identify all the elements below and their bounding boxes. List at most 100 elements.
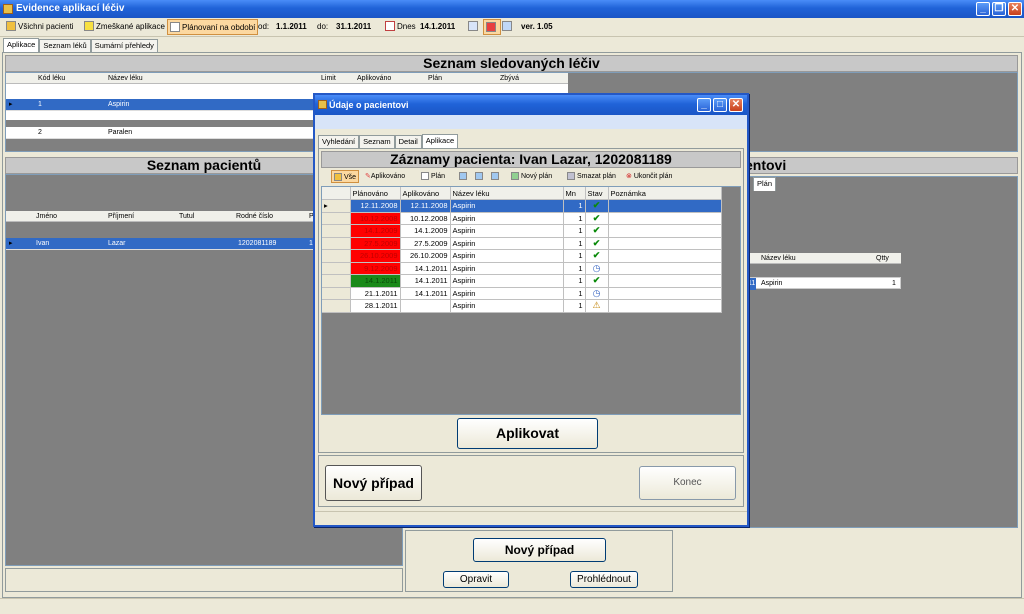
move-up-icon[interactable] — [459, 170, 469, 184]
minimize-icon[interactable]: _ — [976, 2, 990, 16]
delete-plan-button[interactable]: Smazat plán — [567, 170, 616, 184]
dialog-close-icon[interactable]: ✕ — [729, 98, 743, 112]
record-note — [608, 262, 722, 275]
copy-icon[interactable] — [491, 170, 501, 184]
record-note — [608, 237, 722, 250]
drugs-header: Kód léku Název léku Limit Aplikováno Plá… — [6, 73, 568, 84]
records-table: Plánováno Aplikováno Název léku Mn Stav … — [322, 187, 722, 313]
dialog-new-case-button[interactable]: Nový případ — [325, 465, 422, 501]
dialog-title: Údaje o pacientovi — [329, 100, 409, 110]
today-button[interactable]: Dnes — [383, 19, 418, 35]
new-case-button[interactable]: Nový případ — [473, 538, 606, 562]
record-row[interactable]: 14.1.2009 14.1.2009 Aspirin 1 ✔ — [322, 224, 722, 238]
row-header — [322, 237, 351, 250]
restore-icon[interactable]: ❐ — [992, 2, 1006, 16]
pin-icon[interactable] — [483, 19, 501, 35]
warning-icon — [84, 21, 94, 31]
apply-button[interactable]: Aplikovat — [457, 418, 598, 449]
end-plan-button[interactable]: ⊗ Ukončit plán — [626, 170, 672, 184]
record-row[interactable]: 27.5.2009 27.5.2009 Aspirin 1 ✔ — [322, 237, 722, 250]
record-planned: 9.12.2009 — [350, 262, 401, 275]
record-note — [608, 224, 722, 238]
window-icon[interactable] — [500, 19, 516, 35]
records-body: ▸ 12.11.2008 12.11.2008 Aspirin 1 ✔ 10.12.2008… — [322, 199, 722, 313]
end-button[interactable]: Konec — [639, 466, 736, 500]
record-row[interactable]: 9.12.2009 14.1.2011 Aspirin 1 ◷ — [322, 262, 722, 275]
dialog-titlebar: Údaje o pacientovi — [315, 95, 747, 115]
tab-aplikace-dialog[interactable]: Aplikace — [421, 134, 459, 148]
record-drug: Aspirin — [450, 274, 564, 288]
check-icon: ✔ — [592, 200, 601, 211]
move-down-icon[interactable] — [475, 170, 485, 184]
folder-icon — [6, 21, 16, 31]
filter-all-button[interactable]: Vše — [331, 170, 360, 183]
record-applied: 27.5.2009 — [400, 237, 451, 250]
dialog-minimize-icon[interactable]: _ — [697, 98, 711, 112]
record-drug: Aspirin — [450, 224, 564, 238]
filter-applied-button[interactable]: ✎Aplikováno — [365, 170, 405, 184]
plan-header: Název léku Qtty — [746, 253, 901, 264]
tab-vyhledani[interactable]: Vyhledání — [318, 135, 360, 148]
record-drug: Aspirin — [450, 237, 564, 250]
clock-icon: ◷ — [592, 262, 601, 273]
record-row[interactable]: 28.1.2011 Aspirin 1 ⚠ — [322, 299, 722, 313]
record-applied: 12.11.2008 — [400, 199, 451, 213]
tab-seznam[interactable]: Seznam — [359, 135, 395, 148]
missed-button[interactable]: Zmeškané aplikace — [82, 19, 167, 35]
dialog-maximize-icon[interactable]: □ — [713, 98, 727, 112]
main-titlebar: Evidence aplikací léčiv — [0, 0, 1024, 18]
close-icon[interactable]: ✕ — [1008, 2, 1022, 16]
to-label: do: — [317, 22, 329, 31]
tab-sumarni[interactable]: Sumární přehledy — [90, 39, 158, 52]
patients-header: Jméno Příjmení Tutul Rodné číslo P — [6, 211, 316, 222]
to-date[interactable]: 31.1.2011 — [334, 19, 373, 35]
from-date[interactable]: 1.1.2011 — [274, 19, 309, 35]
today-date: 14.1.2011 — [420, 22, 456, 31]
version-label: ver. 1.05 — [521, 22, 553, 31]
record-applied: 14.1.2011 — [400, 262, 451, 275]
add-icon — [511, 172, 519, 180]
table-row[interactable]: ▸ Ivan Lazar 1202081189 1 — [6, 238, 316, 250]
new-plan-button[interactable]: Nový plán — [511, 170, 552, 184]
record-row[interactable]: 10.12.2008 10.12.2008 Aspirin 1 ✔ — [322, 212, 722, 225]
record-planned: 14.1.2011 — [350, 274, 401, 288]
table-row[interactable]: 11 Aspirin 1 — [746, 277, 901, 290]
record-row[interactable]: ▸ 12.11.2008 12.11.2008 Aspirin 1 ✔ — [322, 199, 722, 213]
row-header — [322, 224, 351, 238]
filter-plan-button[interactable]: Plán — [421, 170, 445, 184]
tab-aplikace[interactable]: Aplikace — [3, 38, 40, 52]
planning-button[interactable]: Plánovaní na období — [167, 19, 259, 35]
record-row[interactable]: 14.1.2011 14.1.2011 Aspirin 1 ✔ — [322, 274, 722, 288]
record-note — [608, 212, 722, 225]
record-qty: 1 — [563, 237, 586, 250]
record-qty: 1 — [563, 274, 586, 288]
record-qty: 1 — [563, 262, 586, 275]
warning-icon: ⚠ — [592, 300, 601, 311]
tab-seznam-leku[interactable]: Seznam léků — [39, 39, 91, 52]
record-note — [608, 199, 722, 213]
record-qty: 1 — [563, 249, 586, 263]
view-button[interactable]: Prohlédnout — [570, 571, 638, 588]
row-header: ▸ — [322, 199, 351, 213]
from-label: od: — [258, 22, 270, 31]
edit-button[interactable]: Opravit — [443, 571, 509, 588]
record-drug: Aspirin — [450, 262, 564, 275]
all-patients-button[interactable]: Všichni pacienti — [4, 19, 76, 35]
record-row[interactable]: 21.1.2011 14.1.2011 Aspirin 1 ◷ — [322, 287, 722, 300]
clock-icon: ◷ — [592, 287, 601, 298]
records-header: Plánováno Aplikováno Název léku Mn Stav … — [322, 187, 722, 200]
tab-detail[interactable]: Detail — [394, 135, 422, 148]
calendar-icon — [170, 22, 180, 32]
drugs-title: Seznam sledovaných léčiv — [5, 55, 1018, 72]
dialog-tabs: Vyhledání Seznam Detail Aplikace — [318, 134, 459, 148]
record-row[interactable]: 26.10.2009 26.10.2009 Aspirin 1 ✔ — [322, 249, 722, 263]
record-qty: 1 — [563, 199, 586, 213]
dialog-icon — [318, 100, 327, 109]
refresh-icon[interactable] — [466, 19, 482, 35]
record-qty: 1 — [563, 212, 586, 225]
window-title: Evidence aplikací léčiv — [16, 3, 125, 14]
record-planned: 27.5.2009 — [350, 237, 401, 250]
record-note — [608, 299, 722, 313]
tab-plan[interactable]: Plán — [753, 177, 777, 191]
check-icon: ✔ — [592, 212, 601, 223]
